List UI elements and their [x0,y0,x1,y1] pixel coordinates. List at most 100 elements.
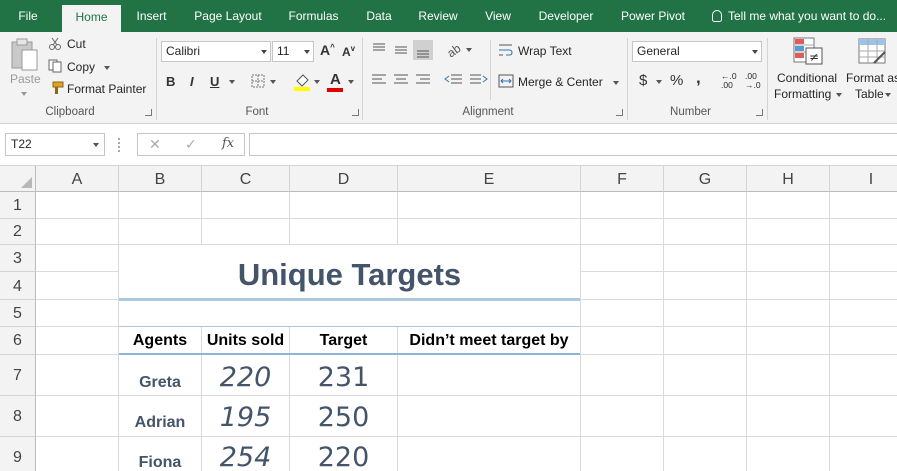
copy-dropdown-arrow[interactable] [104,66,110,70]
font-name-select[interactable]: Calibri [161,41,271,62]
conditional-formatting-label-1[interactable]: Conditional [777,71,837,85]
header-agents[interactable]: Agents [119,327,201,354]
header-didnt-meet-target-by[interactable]: Didn’t meet target by [398,327,580,354]
row-header-2[interactable]: 2 [0,219,36,245]
agent-cell[interactable]: Greta [119,374,201,392]
agent-cell[interactable]: Fiona [119,454,201,471]
row-header-1[interactable]: 1 [0,192,36,219]
row-header-3[interactable]: 3 [0,245,36,272]
vertical-align-icons[interactable] [368,40,438,60]
conditional-formatting-dropdown-arrow[interactable] [836,93,842,97]
format-as-table-label-1[interactable]: Format as [846,71,897,85]
header-top-border [119,326,580,327]
comma-style-button[interactable]: , [696,68,701,88]
fill-color-dropdown-arrow[interactable] [314,80,320,84]
column-header-f[interactable]: F [581,166,664,192]
row-header-5[interactable]: 5 [0,300,36,327]
percent-button[interactable]: % [670,72,683,89]
underline-button[interactable]: U [210,74,219,89]
sheet-title[interactable]: Unique Targets [119,245,580,300]
row-header-4[interactable]: 4 [0,272,36,300]
column-header-a[interactable]: A [36,166,119,192]
decrease-decimal-button[interactable]: .00 →.0 [745,72,763,90]
merge-center-dropdown-arrow[interactable] [613,81,619,85]
row-header-7[interactable]: 7 [0,355,36,396]
indent-icons[interactable] [444,72,490,88]
currency-dropdown-arrow[interactable] [656,80,662,84]
number-launcher-icon[interactable] [756,109,763,116]
copy-button[interactable]: Copy [67,60,95,74]
enter-icon[interactable]: ✓ [185,136,197,153]
target-cell[interactable]: 231 [290,362,397,393]
wrap-text-button[interactable]: Wrap Text [518,44,572,58]
insert-function-icon[interactable]: fx [222,136,234,151]
splitter-handle[interactable] [118,138,121,152]
name-box[interactable]: T22 [5,133,105,156]
units-sold-cell[interactable]: 254 [202,442,289,471]
paste-button[interactable]: Paste [10,72,41,86]
svg-text:ab: ab [445,41,464,58]
column-header-d[interactable]: D [290,166,398,192]
clipboard-launcher-icon[interactable] [145,109,152,116]
italic-button[interactable]: I [190,74,194,89]
borders-dropdown-arrow[interactable] [270,80,276,84]
font-color-dropdown-arrow[interactable] [348,80,354,84]
font-color-button[interactable]: A [330,71,341,88]
merge-center-button[interactable]: Merge & Center [518,75,603,89]
horizontal-align-icons[interactable] [368,72,438,88]
header-target[interactable]: Target [290,327,397,354]
tab-page-layout[interactable]: Page Layout [186,0,270,32]
tab-data[interactable]: Data [358,0,400,32]
target-cell[interactable]: 220 [290,442,397,471]
formula-input[interactable] [249,133,897,156]
tell-me-search[interactable]: Tell me what you want to do... [712,0,886,32]
tab-file[interactable]: File [8,0,48,32]
column-header-i[interactable]: I [830,166,897,192]
paste-dropdown-arrow[interactable] [21,92,27,96]
tab-insert[interactable]: Insert [128,0,175,32]
row-header-6[interactable]: 6 [0,327,36,355]
conditional-formatting-button[interactable]: Formatting [774,87,831,101]
column-header-g[interactable]: G [664,166,747,192]
tab-formulas[interactable]: Formulas [280,0,347,32]
group-divider [767,38,768,120]
column-header-h[interactable]: H [747,166,830,192]
units-sold-cell[interactable]: 220 [202,362,289,393]
bold-button[interactable]: B [166,74,175,89]
header-units-sold[interactable]: Units sold [202,327,289,354]
column-header-e[interactable]: E [398,166,581,192]
font-launcher-icon[interactable] [352,109,359,116]
currency-button[interactable]: $ [639,72,647,89]
fill-color-icon[interactable] [293,72,311,92]
format-as-table-dropdown-arrow[interactable] [885,93,891,97]
cut-button[interactable]: Cut [67,37,86,51]
borders-icon[interactable] [251,74,265,88]
format-painter-button[interactable]: Format Painter [67,82,146,96]
target-cell[interactable]: 250 [290,402,397,433]
tab-developer[interactable]: Developer [530,0,602,32]
number-format-select[interactable]: General [632,41,762,62]
tab-home[interactable]: Home [62,5,121,32]
units-sold-cell[interactable]: 195 [202,402,289,433]
tab-review[interactable]: Review [410,0,466,32]
row-header-8[interactable]: 8 [0,396,36,437]
underline-dropdown-arrow[interactable] [229,80,235,84]
orientation-dropdown-arrow[interactable] [466,48,472,52]
number-group-label: Number [670,106,711,118]
font-size-select[interactable]: 11 [272,41,314,62]
shrink-font-button[interactable]: Av [342,44,355,59]
tab-power-pivot[interactable]: Power Pivot [613,0,693,32]
cancel-icon[interactable]: ✕ [149,136,161,153]
grow-font-button[interactable]: A^ [320,42,335,58]
paste-icon[interactable] [10,38,40,72]
row-5-merged-cell[interactable] [119,301,580,327]
row-header-9[interactable]: 9 [0,437,36,471]
increase-decimal-button[interactable]: ←.0 .00 [721,72,739,90]
select-all-button[interactable] [0,166,36,192]
alignment-launcher-icon[interactable] [616,109,623,116]
agent-cell[interactable]: Adrian [119,414,201,432]
tab-view[interactable]: View [477,0,519,32]
column-header-c[interactable]: C [202,166,290,192]
format-as-table-button[interactable]: Table [855,87,884,101]
column-header-b[interactable]: B [119,166,202,192]
